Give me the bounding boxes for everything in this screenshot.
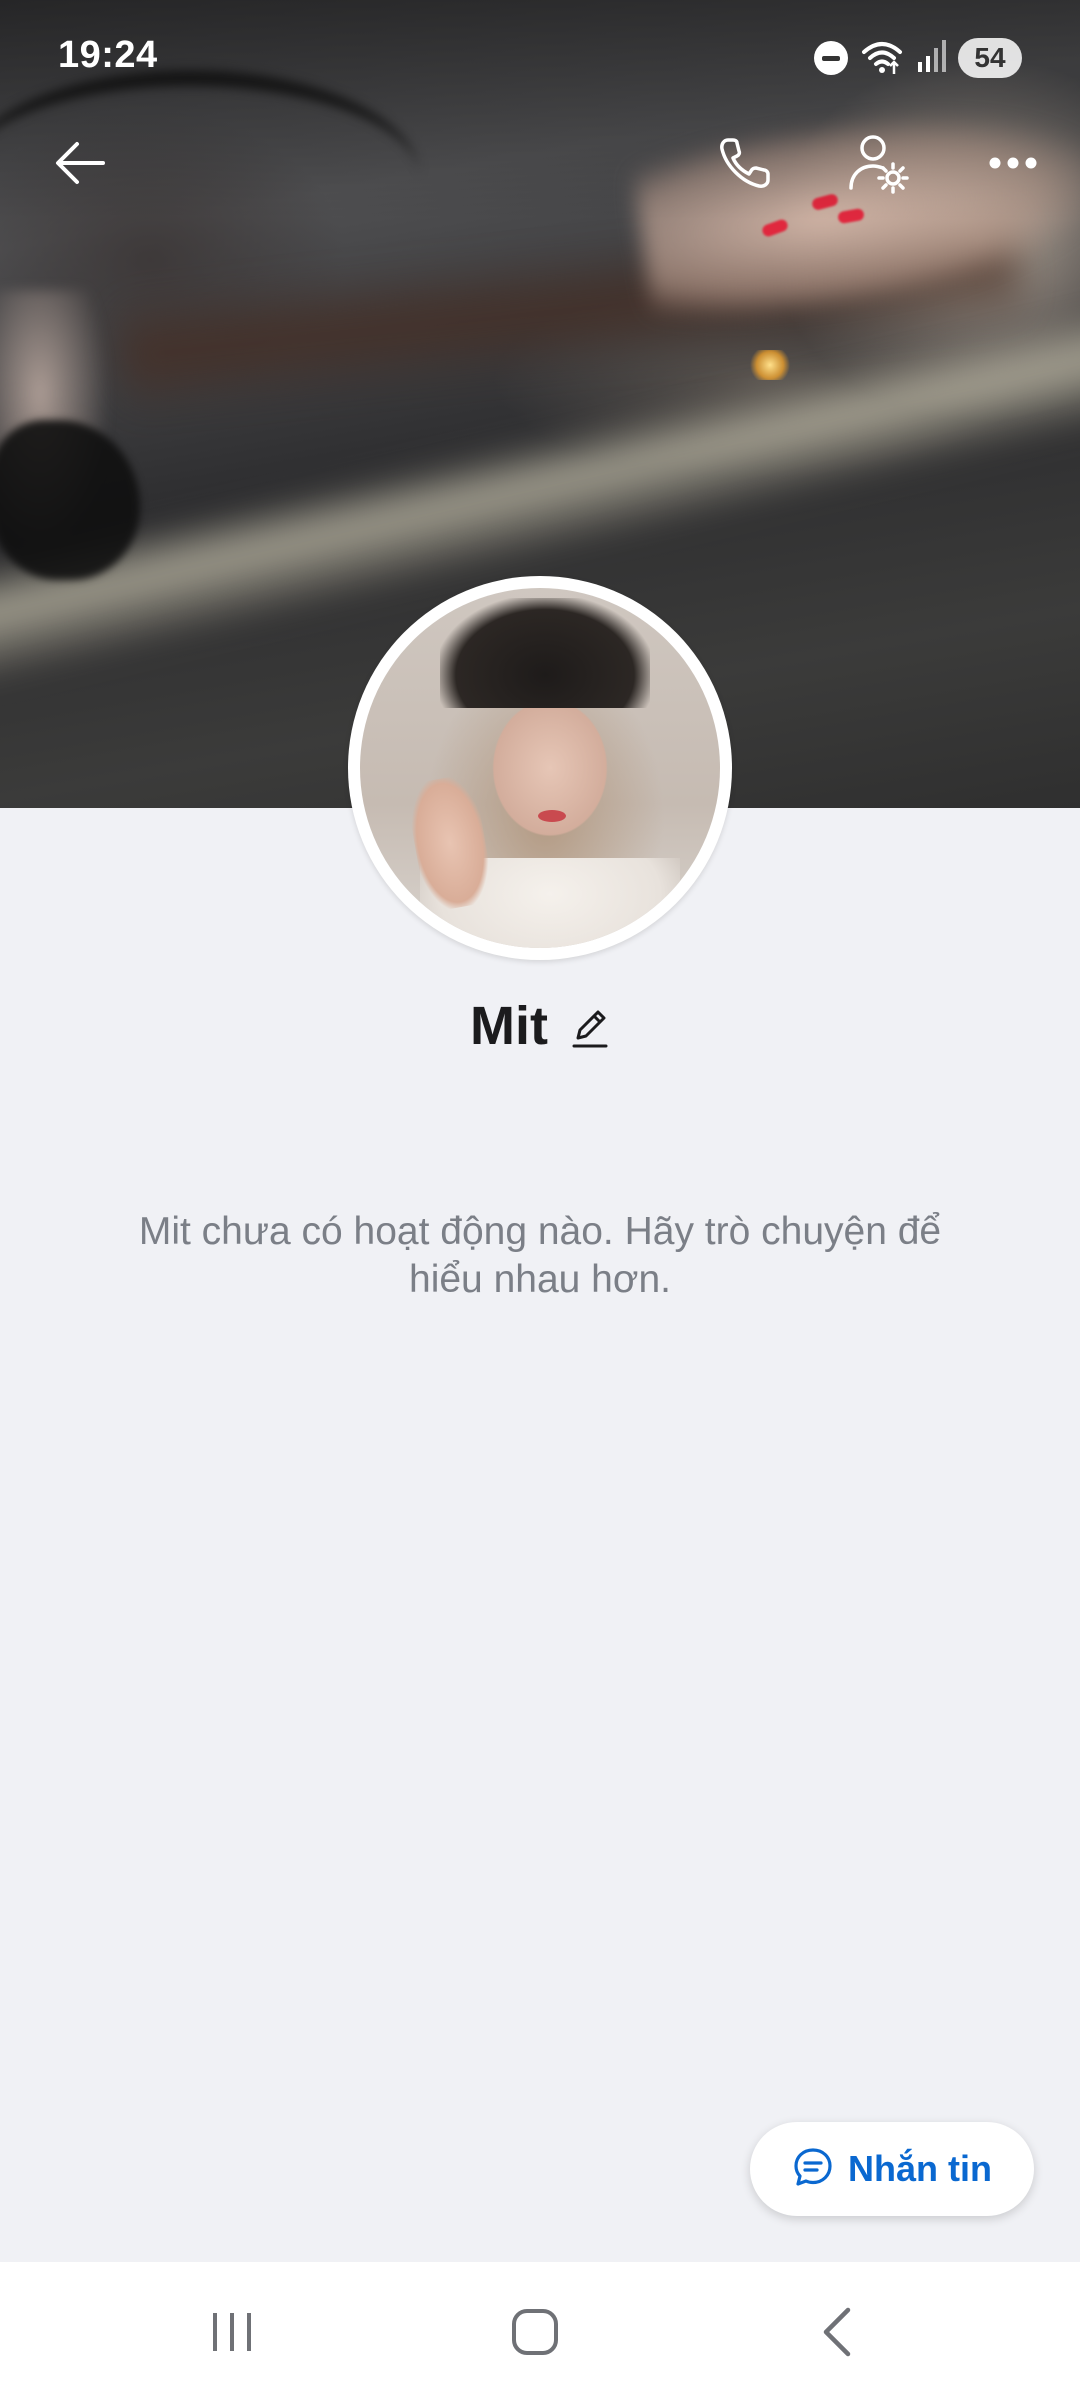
status-time: 19:24: [58, 34, 158, 76]
home-button[interactable]: [475, 2282, 595, 2382]
home-icon: [512, 2309, 558, 2355]
back-arrow-icon: [53, 140, 107, 191]
user-settings-icon: [847, 132, 911, 199]
signal-icon: [916, 38, 946, 79]
wifi-icon: [860, 36, 904, 81]
back-button[interactable]: [40, 120, 120, 210]
send-message-label: Nhắn tin: [848, 2148, 992, 2189]
pencil-icon: [572, 1010, 608, 1048]
system-nav-bar: [0, 2262, 1080, 2400]
recent-apps-button[interactable]: [172, 2282, 292, 2382]
avatar-image: [360, 588, 720, 948]
do-not-disturb-icon: [814, 41, 848, 75]
more-icon: [988, 156, 1038, 175]
edit-name-button[interactable]: [570, 1006, 610, 1050]
back-icon: [823, 2307, 851, 2357]
status-icons: 54: [814, 36, 1022, 80]
user-settings-button[interactable]: [834, 120, 924, 210]
avatar[interactable]: [348, 576, 732, 960]
call-button[interactable]: [700, 120, 790, 210]
status-bar: 19:24 54: [0, 0, 1080, 120]
battery-badge: 54: [958, 38, 1022, 78]
send-message-button[interactable]: Nhắn tin: [750, 2122, 1034, 2216]
empty-activity-message: Mit chưa có hoạt động nào. Hãy trò chuyệ…: [138, 1210, 942, 1301]
more-options-button[interactable]: [968, 120, 1058, 210]
profile-name-row: Mit: [0, 995, 1080, 1057]
phone-icon: [716, 134, 774, 197]
profile-name: Mit: [470, 996, 548, 1056]
chat-bubble-icon: [792, 2146, 834, 2193]
recent-apps-icon: [213, 2313, 251, 2351]
profile-screen: 19:24 54 Mit Mit chưa có hoạt động nào. …: [0, 0, 1080, 2400]
system-back-button[interactable]: [778, 2282, 898, 2382]
